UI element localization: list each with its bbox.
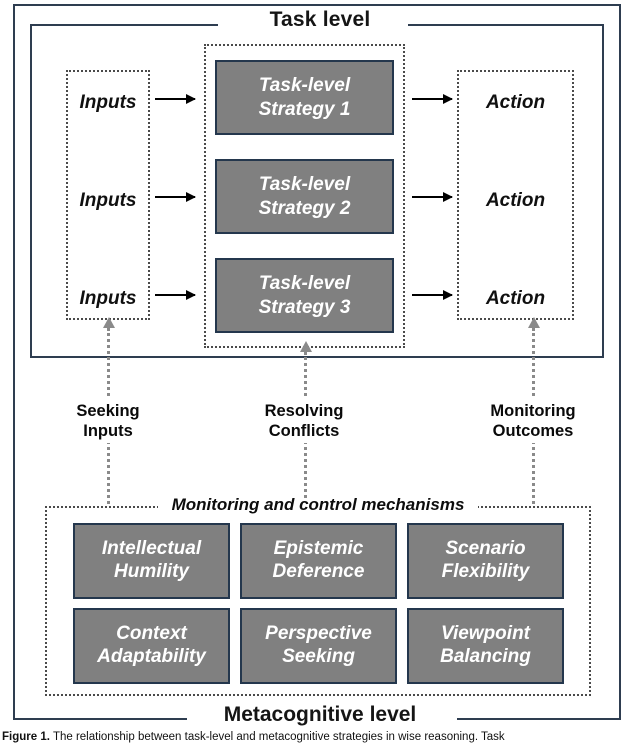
- strategy-1-line2: Strategy 1: [258, 98, 351, 120]
- seeking-inputs-line2: Inputs: [83, 422, 133, 441]
- mechanism-intellectual-humility: Intellectual Humility: [73, 523, 230, 599]
- linking-process-monitoring-outcomes: Monitoring Outcomes: [462, 401, 604, 441]
- mechanism-epistemic-deference: Epistemic Deference: [240, 523, 397, 599]
- arrow-strategy-2-to-action-icon: [412, 192, 453, 202]
- task-strategies-container: Task-level Strategy 1 Task-level Strateg…: [204, 44, 405, 348]
- strategy-3-line2: Strategy 3: [258, 296, 351, 318]
- action-label-3: Action: [485, 288, 546, 309]
- metacognitive-level-title: Metacognitive level: [223, 703, 417, 726]
- resolving-conflicts-line1: Resolving: [264, 402, 344, 420]
- linking-process-resolving-conflicts: Resolving Conflicts: [243, 401, 365, 441]
- strategy-3-line1: Task-level: [258, 273, 351, 295]
- mechanisms-title: Monitoring and control mechanisms: [171, 495, 465, 514]
- inputs-label-3: Inputs: [79, 288, 137, 309]
- mechanism-4-line2: Adaptability: [97, 646, 206, 667]
- task-level-strategy-3: Task-level Strategy 3: [215, 258, 394, 333]
- mechanism-3-line1: Scenario: [445, 538, 526, 560]
- arrow-strategy-3-to-action-icon: [412, 290, 453, 300]
- inputs-label-2: Inputs: [79, 190, 137, 211]
- figure-caption-text: The relationship between task-level and …: [52, 731, 505, 743]
- arrow-inputs-to-strategy-1-icon: [155, 94, 196, 104]
- monitoring-outcomes-line1: Monitoring: [490, 402, 576, 420]
- mechanism-2-line2: Deference: [272, 561, 365, 582]
- seeking-inputs-line1: Seeking: [76, 402, 140, 420]
- action-label-1: Action: [485, 92, 546, 113]
- inputs-column: Inputs Inputs Inputs: [66, 70, 150, 320]
- strategy-2-line2: Strategy 2: [258, 197, 351, 219]
- mechanism-5-line2: Seeking: [282, 646, 355, 667]
- mechanisms-grid: Intellectual Humility Epistemic Deferenc…: [73, 523, 564, 684]
- action-column: Action Action Action: [457, 70, 574, 320]
- figure-diagram: Task level Inputs Inputs Inputs Task-lev…: [0, 0, 640, 746]
- figure-caption: Figure 1. The relationship between task-…: [2, 730, 638, 745]
- inputs-label-1: Inputs: [79, 92, 137, 113]
- mechanism-6-line2: Balancing: [440, 646, 531, 667]
- mechanism-viewpoint-balancing: Viewpoint Balancing: [407, 608, 564, 684]
- mechanism-context-adaptability: Context Adaptability: [73, 608, 230, 684]
- monitoring-outcomes-line2: Outcomes: [492, 422, 574, 441]
- mechanism-perspective-seeking: Perspective Seeking: [240, 608, 397, 684]
- task-level-strategy-1: Task-level Strategy 1: [215, 60, 394, 135]
- arrow-inputs-to-strategy-3-icon: [155, 290, 196, 300]
- mechanism-5-line1: Perspective: [265, 623, 372, 645]
- arrow-inputs-to-strategy-2-icon: [155, 192, 196, 202]
- resolving-conflicts-line2: Conflicts: [268, 422, 340, 441]
- linking-process-seeking-inputs: Seeking Inputs: [47, 401, 169, 441]
- strategy-1-line1: Task-level: [258, 75, 351, 97]
- mechanism-2-line1: Epistemic: [273, 538, 364, 560]
- action-label-2: Action: [485, 190, 546, 211]
- arrow-strategy-1-to-action-icon: [412, 94, 453, 104]
- mechanism-4-line1: Context: [116, 623, 187, 645]
- mechanism-6-line1: Viewpoint: [440, 623, 531, 645]
- mechanism-scenario-flexibility: Scenario Flexibility: [407, 523, 564, 599]
- strategy-2-line1: Task-level: [258, 174, 351, 196]
- task-level-title: Task level: [269, 8, 371, 31]
- mechanism-1-line1: Intellectual: [101, 538, 202, 560]
- mechanism-1-line2: Humility: [114, 561, 189, 582]
- mechanism-3-line2: Flexibility: [441, 561, 530, 582]
- task-level-strategy-2: Task-level Strategy 2: [215, 159, 394, 234]
- figure-caption-label: Figure 1.: [2, 731, 50, 743]
